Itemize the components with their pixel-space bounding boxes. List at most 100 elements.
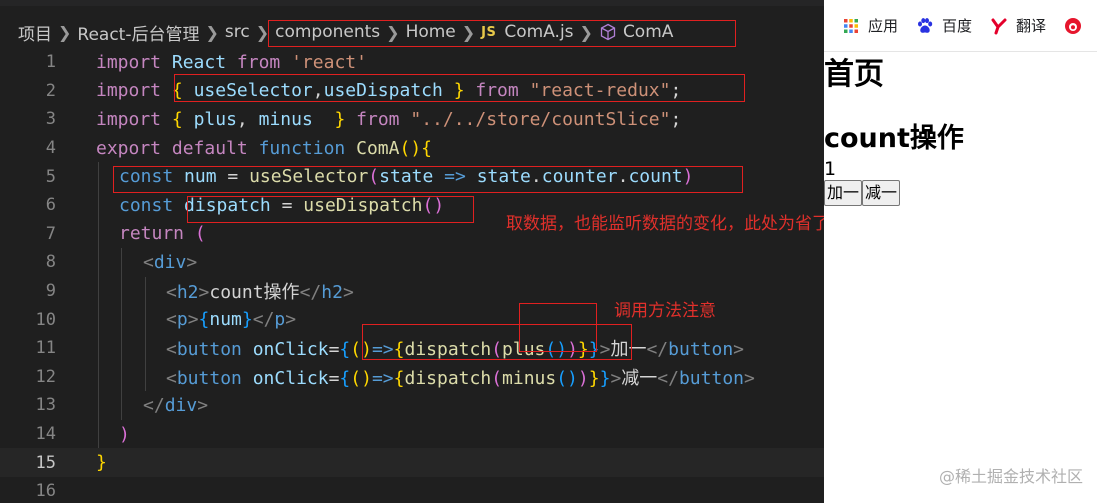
code-token: ( <box>491 367 503 389</box>
button-group: 加一 减一 <box>824 180 1097 206</box>
code-token: > <box>733 339 745 361</box>
code-token: < <box>143 251 154 273</box>
bookmark-baidu[interactable]: 百度 <box>916 15 972 36</box>
breadcrumb-item-app[interactable]: React-后台管理 <box>77 20 199 45</box>
line-number: 1 <box>45 52 56 73</box>
bookmark-apps[interactable]: 应用 <box>842 15 898 36</box>
line-number: 16 <box>35 481 56 502</box>
code-line: 13 </div> <box>0 391 824 420</box>
code-token: onClick <box>252 367 329 389</box>
code-token: } <box>453 80 465 102</box>
code-token: < <box>166 367 177 389</box>
breadcrumb-item-components[interactable]: components <box>275 22 380 42</box>
code-token: () <box>399 137 422 159</box>
code-token: ; <box>670 80 682 102</box>
line-source: import React from 'react' <box>96 52 367 73</box>
rendered-page: 首页 count操作 1 加一 减一 <box>824 52 1097 206</box>
code-token: ( <box>368 166 380 188</box>
code-token: from <box>356 108 400 130</box>
code-token: useSelector <box>193 80 313 102</box>
code-token: 减一 <box>621 367 658 389</box>
watermark: @稀土掘金技术社区 <box>938 467 1083 486</box>
indent-guide <box>145 362 146 392</box>
indent-guide <box>121 333 122 363</box>
line-source: <button onClick={()=>{dispatch(minus())}… <box>166 364 755 390</box>
code-token: } <box>588 339 600 361</box>
code-token: ) <box>682 166 694 188</box>
indent-guide <box>98 276 99 306</box>
bookmark-weibo[interactable] <box>1064 17 1090 35</box>
code-token: > <box>285 309 297 331</box>
code-line: 4 export default function ComA(){ <box>0 134 824 163</box>
code-token: > <box>342 282 354 304</box>
code-token: = <box>328 367 340 389</box>
breadcrumb-item-home[interactable]: Home <box>406 22 456 42</box>
code-token: { <box>421 137 433 159</box>
line-number: 6 <box>45 195 56 216</box>
code-line: 3 import { plus, minus } from "../../sto… <box>0 105 824 134</box>
indent-guide <box>98 219 99 249</box>
browser-preview: 应用 百度 翻译 首页 count操作 1 加一 减一 <box>824 0 1097 503</box>
code-token: 加一 <box>610 339 647 361</box>
breadcrumb-item-symbol[interactable]: ComA <box>623 22 673 42</box>
code-token: ; <box>670 108 682 130</box>
breadcrumb-item-src[interactable]: src <box>225 22 250 42</box>
code-token: React <box>171 51 227 73</box>
code-token: num <box>209 309 242 331</box>
minus-button[interactable]: 减一 <box>862 180 901 206</box>
code-token: ) <box>577 367 589 389</box>
code-token: = <box>281 194 293 216</box>
code-token: } <box>334 108 346 130</box>
code-line: 8 <div> <box>0 248 824 277</box>
code-token: </ <box>646 339 669 361</box>
chevron-right-icon: ❯ <box>255 22 270 42</box>
code-token: </ <box>657 367 679 389</box>
line-source: const dispatch = useDispatch() <box>119 195 444 216</box>
code-token: import <box>96 80 162 102</box>
indent-guide <box>98 190 99 220</box>
code-area[interactable]: 1 import React from 'react' 2 import { u… <box>0 48 824 503</box>
line-number: 9 <box>45 281 56 302</box>
code-token: ComA <box>356 137 400 159</box>
code-token: return <box>119 223 185 245</box>
annotation-dispatch-note: 调用方法注意 <box>614 301 716 321</box>
code-token: count操作 <box>209 282 300 304</box>
line-source: <div> <box>143 252 197 273</box>
code-token: . <box>530 166 542 188</box>
bookmark-translate[interactable]: 翻译 <box>990 15 1046 36</box>
code-token: . <box>617 166 629 188</box>
line-source: <h2>count操作</h2> <box>166 278 354 304</box>
line-source: } <box>96 452 107 473</box>
code-token: from <box>475 80 519 102</box>
indent-guide <box>98 419 99 449</box>
code-token: > <box>187 309 199 331</box>
line-number: 2 <box>45 80 56 101</box>
code-token: () <box>422 194 445 216</box>
code-token: ) <box>567 339 578 361</box>
annotation-selector-note: 取数据，也能监听数据的变化，此处为省了return的写法 <box>506 214 824 234</box>
breadcrumb-item-file[interactable]: ComA.js <box>504 22 573 42</box>
code-token: () <box>350 367 372 389</box>
code-token: < <box>166 339 177 361</box>
code-line-current: 15 } <box>0 448 824 477</box>
line-number: 11 <box>35 338 56 359</box>
code-token: => <box>371 339 394 361</box>
line-source: </div> <box>143 395 208 416</box>
breadcrumb-item-project[interactable]: 项目 <box>18 20 52 45</box>
plus-button[interactable]: 加一 <box>824 180 863 206</box>
code-token: "react-redux" <box>529 80 671 102</box>
code-token: state <box>476 166 531 188</box>
chevron-right-icon: ❯ <box>58 22 72 42</box>
chevron-right-icon: ❯ <box>205 22 219 42</box>
code-token: } <box>599 367 611 389</box>
indent-guide <box>98 305 99 334</box>
code-token: > <box>744 367 755 389</box>
code-token: div <box>164 394 198 416</box>
indent-guide <box>98 391 99 420</box>
symbol-cube-icon <box>599 23 617 41</box>
code-editor[interactable]: 项目 ❯ React-后台管理 ❯ src ❯ components ❯ Hom… <box>0 0 824 503</box>
indent-guide <box>121 362 122 392</box>
code-token: useDispatch <box>323 80 443 102</box>
code-token: { <box>339 339 351 361</box>
code-token: state <box>379 166 434 188</box>
